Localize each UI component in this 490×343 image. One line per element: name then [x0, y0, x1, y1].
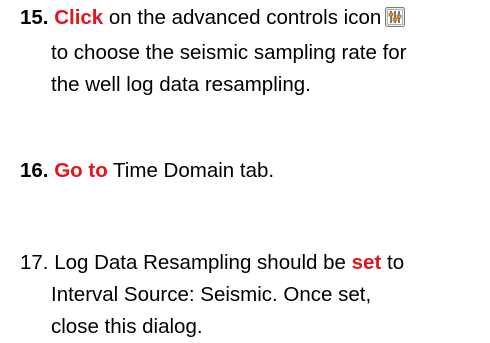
step-text: on the advanced controls icon [108, 6, 382, 29]
instruction-step-15: 15. Click on the advanced controls icon … [20, 2, 486, 101]
instruction-step-16: 16. Go to Time Domain tab. [20, 155, 486, 187]
step-number: 16. [20, 159, 49, 182]
step-15-line-2: to choose the seismic sampling rate for [51, 41, 407, 64]
step-17-line-3: close this dialog. [51, 315, 203, 338]
step-15-line-3: the well log data resampling. [51, 73, 311, 96]
step-text: to [387, 251, 405, 274]
action-word: Go to [54, 159, 108, 182]
instruction-step-17: 17. Log Data Resampling should be set to… [20, 247, 486, 343]
step-number: 17. [20, 251, 49, 274]
step-17-line-2: Interval Source: Seismic. Once set, [51, 283, 372, 306]
step-number: 15. [20, 6, 49, 29]
step-17-line-1: 17. Log Data Resampling should be set to [20, 247, 486, 279]
advanced-controls-icon [385, 5, 406, 37]
step-16-line-1: 16. Go to Time Domain tab. [20, 155, 486, 187]
action-word: Click [54, 6, 104, 29]
step-text: Time Domain tab. [113, 159, 275, 182]
action-word: set [351, 251, 382, 274]
step-text: Log Data Resampling should be [54, 251, 346, 274]
step-15-line-1: 15. Click on the advanced controls icon [20, 2, 486, 37]
